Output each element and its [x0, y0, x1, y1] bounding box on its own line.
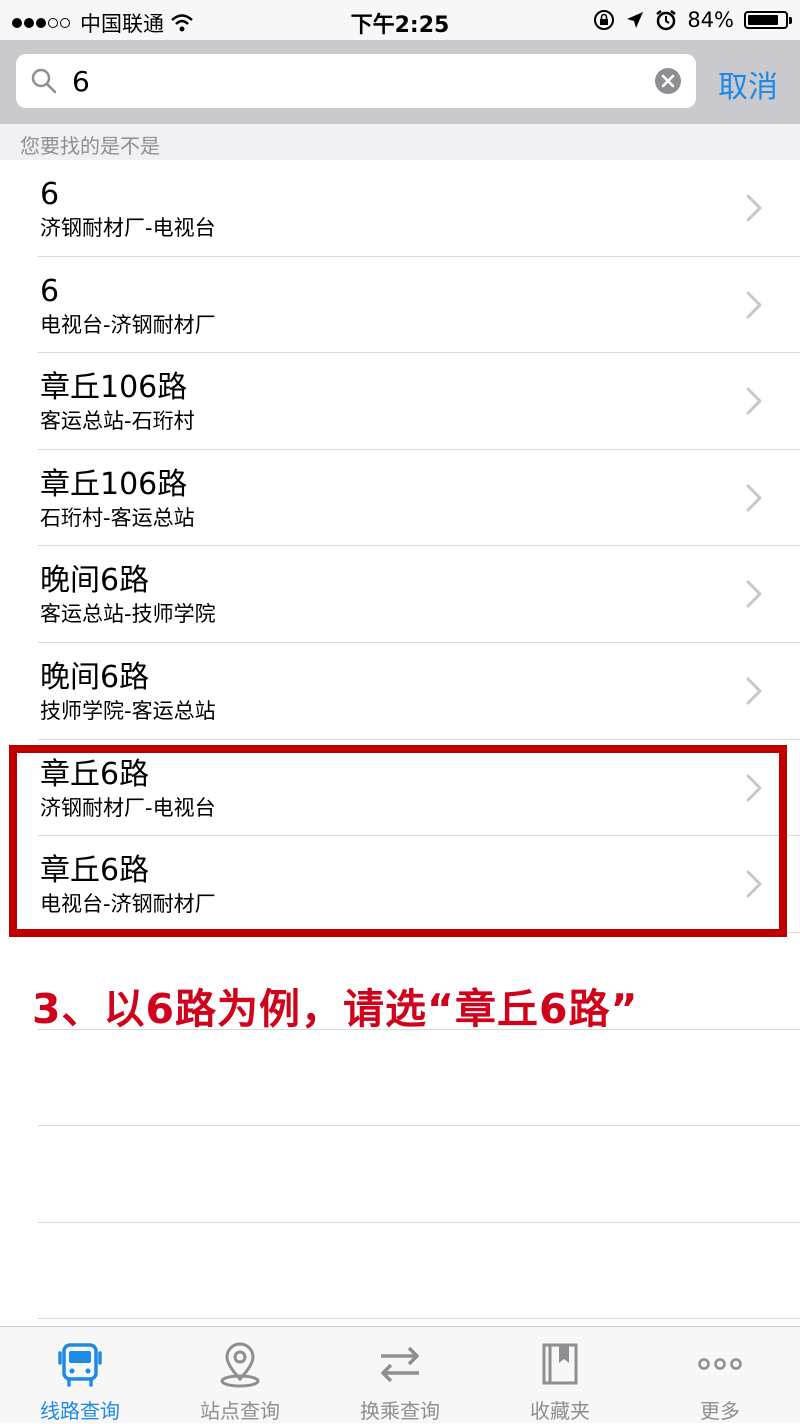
- tab-label: 线路查询: [40, 1399, 120, 1423]
- route-direction: 客运总站-技师学院: [40, 602, 216, 627]
- tab-label: 收藏夹: [530, 1399, 590, 1423]
- transfer-arrows-icon: [381, 1346, 419, 1383]
- annotation-text: 3、以6路为例，请选“章丘6路”: [32, 985, 639, 1033]
- search-bar: 6 取消: [0, 40, 800, 124]
- route-name: 6: [40, 273, 60, 309]
- bookmark-icon: [542, 1343, 578, 1385]
- chevron-right-icon: [746, 387, 762, 415]
- route-name: 晚间6路: [40, 563, 150, 599]
- empty-row: [0, 1030, 800, 1127]
- route-row[interactable]: 晚间6路客运总站-技师学院: [0, 546, 800, 643]
- route-name: 晚间6路: [40, 659, 150, 695]
- tab-route-query[interactable]: 线路查询: [0, 1327, 160, 1423]
- search-input[interactable]: 6: [16, 54, 696, 108]
- empty-row: [0, 1126, 800, 1223]
- route-direction: 客运总站-石珩村: [40, 409, 195, 434]
- battery-percent: 84%: [687, 8, 734, 32]
- tab-label: 换乘查询: [360, 1399, 440, 1423]
- search-query[interactable]: 6: [72, 65, 90, 98]
- bus-icon: [58, 1343, 102, 1387]
- route-name: 章丘106路: [40, 370, 188, 406]
- tab-more[interactable]: 更多: [640, 1327, 800, 1423]
- route-row[interactable]: 6 电视台-济钢耐材厂: [0, 257, 800, 354]
- tab-bar: 线路查询 站点查询 换乘查询 收藏夹 更多: [0, 1326, 800, 1423]
- highlight-box: [9, 745, 787, 937]
- clear-search-icon[interactable]: [654, 67, 682, 95]
- tab-stop-query[interactable]: 站点查询: [160, 1327, 320, 1423]
- status-right: 84%: [593, 8, 792, 32]
- route-row[interactable]: 章丘106路客运总站-石珩村: [0, 353, 800, 450]
- tab-favorites[interactable]: 收藏夹: [480, 1327, 640, 1423]
- alarm-icon: [656, 10, 677, 31]
- route-direction: 石珩村-客运总站: [40, 505, 195, 530]
- search-icon: [31, 68, 57, 94]
- chevron-right-icon: [746, 580, 762, 608]
- chevron-right-icon: [746, 291, 762, 319]
- rotation-lock-icon: [594, 10, 615, 30]
- location-arrow-icon: [627, 12, 644, 28]
- tab-transfer-query[interactable]: 换乘查询: [320, 1327, 480, 1423]
- battery-icon: [744, 11, 792, 29]
- tab-label: 站点查询: [200, 1399, 280, 1423]
- route-direction: 济钢耐材厂-电视台: [40, 216, 216, 240]
- chevron-right-icon: [746, 194, 762, 222]
- empty-row: [0, 1223, 800, 1320]
- status-bar: 中国联通 下午2:25 84%: [0, 0, 800, 40]
- route-direction: 技师学院-客运总站: [40, 698, 216, 723]
- route-row[interactable]: 晚间6路技师学院-客运总站: [0, 643, 800, 740]
- suggestion-header: 您要找的是不是: [0, 124, 800, 160]
- suggestion-header-label: 您要找的是不是: [20, 134, 160, 158]
- cancel-button[interactable]: 取消: [718, 62, 778, 106]
- route-direction: 电视台-济钢耐材厂: [40, 312, 216, 337]
- location-pin-icon: [220, 1342, 260, 1388]
- route-name: 6: [40, 177, 60, 212]
- chevron-right-icon: [746, 484, 762, 512]
- route-name: 章丘106路: [40, 466, 188, 502]
- route-row[interactable]: 6 济钢耐材厂-电视台: [0, 160, 800, 257]
- chevron-right-icon: [746, 677, 762, 705]
- tab-label: 更多: [700, 1399, 740, 1423]
- route-row[interactable]: 章丘106路石珩村-客运总站: [0, 450, 800, 547]
- more-dots-icon: [698, 1358, 742, 1370]
